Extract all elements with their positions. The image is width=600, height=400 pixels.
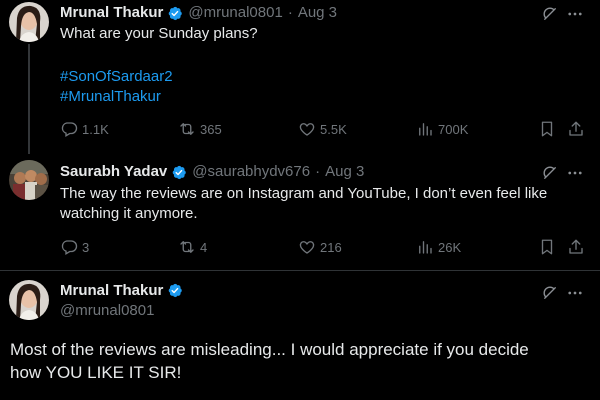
tweet3-header: Mrunal Thakur xyxy=(60,282,188,299)
tweet2-retweet-count: 4 xyxy=(200,239,208,255)
avatar-image xyxy=(9,160,49,200)
tweet2-retweet-button[interactable]: 4 xyxy=(178,238,207,256)
tweet3-text: Most of the reviews are misleading... I … xyxy=(10,338,570,384)
tweet1-date[interactable]: Aug 3 xyxy=(298,4,337,22)
tweet1-like-button[interactable]: 5.5K xyxy=(298,120,347,138)
tweet-divider xyxy=(0,270,600,271)
tweet2-text-line-1: The way the reviews are on Instagram and… xyxy=(60,185,548,202)
tweet1-like-count: 5.5K xyxy=(320,121,347,137)
tweet2-like-button[interactable]: 216 xyxy=(298,238,342,256)
avatar-mrunal[interactable] xyxy=(9,280,49,320)
bookmark-icon[interactable] xyxy=(538,120,556,138)
tweet1-retweet-button[interactable]: 365 xyxy=(178,120,222,138)
avatar-saurabh[interactable] xyxy=(9,160,49,200)
tweet3-author-handle[interactable]: @mrunal0801 xyxy=(60,302,154,320)
retweet-icon xyxy=(178,238,196,256)
tweet2-reply-button[interactable]: 3 xyxy=(60,238,89,256)
tweet2-author-handle[interactable]: @saurabhydv676 xyxy=(192,163,310,181)
reply-icon xyxy=(60,238,78,256)
tweet1-views-count: 700K xyxy=(438,121,469,137)
avatar-mrunal[interactable] xyxy=(9,2,49,42)
tweet3-text-line-2: how YOU LIKE IT SIR! xyxy=(10,363,182,382)
tweet2-date[interactable]: Aug 3 xyxy=(325,163,364,181)
heart-icon xyxy=(298,120,316,138)
tweet1-author-handle[interactable]: @mrunal0801 xyxy=(188,4,282,22)
grok-icon[interactable] xyxy=(541,5,559,23)
more-options-icon[interactable] xyxy=(566,5,584,23)
tweet2-views-count: 26K xyxy=(438,239,462,255)
tweet1-author-name[interactable]: Mrunal Thakur xyxy=(60,4,163,22)
grok-icon[interactable] xyxy=(541,284,559,302)
verified-badge-icon xyxy=(170,164,187,181)
tweet1-header: Mrunal Thakur @mrunal0801 · Aug 3 xyxy=(60,4,337,22)
avatar-image xyxy=(9,280,49,320)
tweet1-views-button[interactable]: 700K xyxy=(416,120,468,138)
tweet2-reply-count: 3 xyxy=(82,239,90,255)
tweet2-views-button[interactable]: 26K xyxy=(416,238,461,256)
more-options-icon[interactable] xyxy=(566,284,584,302)
tweet2-header: Saurabh Yadav @saurabhydv676 · Aug 3 xyxy=(60,163,364,181)
grok-icon[interactable] xyxy=(541,164,559,182)
retweet-icon xyxy=(178,120,196,138)
views-chart-icon xyxy=(416,238,434,256)
verified-badge-icon xyxy=(166,5,183,22)
more-options-icon[interactable] xyxy=(566,164,584,182)
tweet2-separator: · xyxy=(315,163,321,180)
heart-icon xyxy=(298,238,316,256)
views-chart-icon xyxy=(416,120,434,138)
tweet2-like-count: 216 xyxy=(320,239,342,255)
tweet2-author-name[interactable]: Saurabh Yadav xyxy=(60,163,167,181)
share-icon[interactable] xyxy=(567,238,585,256)
tweet1-text: What are your Sunday plans? xyxy=(60,25,258,42)
tweet3-text-line-1: Most of the reviews are misleading... I … xyxy=(10,340,529,359)
tweet1-reply-count: 1.1K xyxy=(82,121,109,137)
verified-badge-icon xyxy=(166,282,183,299)
share-icon[interactable] xyxy=(567,120,585,138)
avatar-image xyxy=(9,2,49,42)
tweet1-retweet-count: 365 xyxy=(200,121,222,137)
reply-icon xyxy=(60,120,78,138)
bookmark-icon[interactable] xyxy=(538,238,556,256)
tweet1-hashtag-1[interactable]: #SonOfSardaar2 xyxy=(60,67,173,87)
tweet2-text-line-2: watching it anymore. xyxy=(60,205,198,222)
tweet1-separator: · xyxy=(287,4,293,21)
tweet1-hashtag-2[interactable]: #MrunalThakur xyxy=(60,87,161,107)
tweet1-reply-button[interactable]: 1.1K xyxy=(60,120,109,138)
tweet3-author-name[interactable]: Mrunal Thakur xyxy=(60,282,163,299)
thread-connector-line xyxy=(28,44,30,154)
